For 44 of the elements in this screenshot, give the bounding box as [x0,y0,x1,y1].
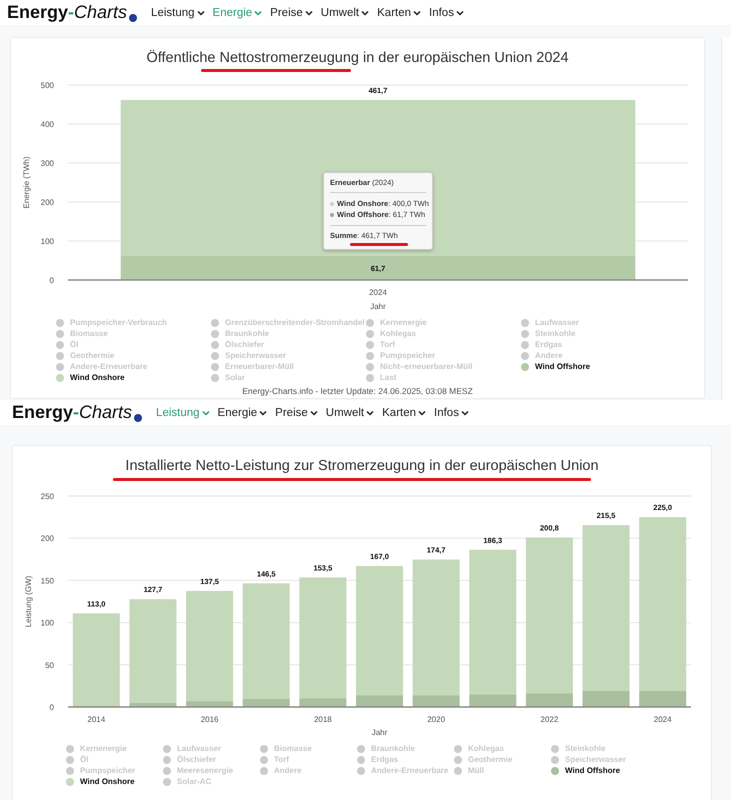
x-axis-title: Jahr [372,728,388,737]
nav-menu-item[interactable]: Preise [270,6,313,18]
x-axis-tick-label: 2016 [200,715,218,724]
nav-menu-item[interactable]: Leistung [151,6,205,18]
y-axis-tick-label: 300 [40,159,54,168]
nav-menu-item[interactable]: Energie [218,406,268,418]
nav-menu-item[interactable]: Infos [429,6,464,18]
y-axis-tick-label: 150 [40,576,54,586]
nav-menu-item[interactable]: Energie [212,6,262,18]
y-axis-tick-label: 0 [50,276,54,285]
y-axis-tick-label: 400 [40,120,54,129]
nav-menu-item[interactable]: Umwelt [326,406,374,418]
y-axis-tick-label: 200 [40,198,54,207]
nav-menu-item[interactable]: Leistung [156,406,210,418]
y-axis-tick-label: 100 [40,237,54,246]
logo[interactable]: Energy-Charts [12,402,142,423]
y-axis-tick-label: 100 [40,618,54,628]
chart-title: Installierte Netto-Leistung zur Stromerzeugung in der europäischen Union [125,457,599,475]
footer-note: Energy-Charts.info - letzter Update: 24.06.2025, 03:08 MESZ [241,386,474,396]
legend-item[interactable]: Wind Offshore [521,361,676,372]
y-axis-tick-label: 250 [40,492,54,501]
nav-menu-item[interactable]: Umwelt [320,6,370,18]
x-axis-tick-label: 2014 [87,715,106,724]
nav-menu-item[interactable]: Karten [377,6,422,18]
x-axis-title: Jahr [370,302,386,311]
x-axis-tick-label: 2024 [654,715,672,724]
nav-menu-item[interactable]: Infos [434,406,469,418]
x-axis-tick-label: 2024 [369,288,387,297]
y-axis-tick-label: 50 [45,660,54,670]
y-axis-tick-label: 0 [50,703,54,712]
x-axis-tick-label: 2022 [540,715,558,724]
legend-item[interactable]: Wind Offshore [551,765,648,776]
legend-item[interactable]: Wind Onshore [66,776,163,787]
y-axis-title: Energie (TWh) [22,156,31,208]
x-axis-tick-label: 2018 [314,715,332,724]
chart-title: Öffentliche Nettostromerzeugung in der europäischen Union 2024 [146,49,569,67]
nav-menu-item[interactable]: Preise [275,406,318,418]
logo[interactable]: Energy-Charts [7,2,138,23]
y-axis-tick-label: 200 [40,534,54,544]
nav-menu-item[interactable]: Karten [382,406,426,418]
y-axis-tick-label: 500 [40,81,54,90]
x-axis-tick-label: 2020 [427,715,446,724]
y-axis-title: Leistung (GW) [24,576,33,628]
legend-item[interactable]: Wind Onshore [56,372,211,383]
